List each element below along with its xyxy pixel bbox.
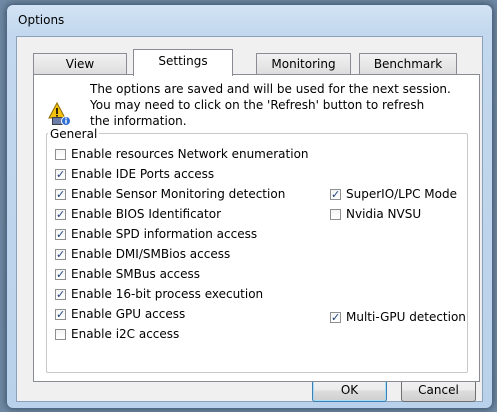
checkbox-label: Enable Sensor Monitoring detection bbox=[71, 187, 286, 201]
checkbox-box[interactable] bbox=[55, 328, 66, 340]
checkbox-box[interactable] bbox=[330, 208, 341, 220]
checkbox-box[interactable] bbox=[55, 167, 66, 183]
checkbox-label: Enable BIOS Identificator bbox=[71, 207, 222, 221]
checkbox-ide-ports[interactable]: Enable IDE Ports access bbox=[55, 166, 215, 183]
checkbox-box[interactable] bbox=[55, 207, 66, 223]
checkbox-nvidia-nvsu[interactable]: Nvidia NVSU bbox=[330, 206, 421, 222]
info-message: The options are saved and will be used f… bbox=[90, 81, 470, 129]
checkbox-box[interactable] bbox=[55, 227, 66, 243]
checkbox-i2c-access[interactable]: Enable i2C access bbox=[55, 326, 179, 342]
checkbox-box[interactable] bbox=[55, 307, 66, 323]
checkbox-superio-lpc[interactable]: SuperIO/LPC Mode bbox=[330, 186, 457, 203]
checkbox-network-enumeration[interactable]: Enable resources Network enumeration bbox=[55, 146, 309, 162]
checkbox-box[interactable] bbox=[330, 187, 341, 203]
checkbox-bios-identificator[interactable]: Enable BIOS Identificator bbox=[55, 206, 222, 223]
checkbox-multi-gpu[interactable]: Multi-GPU detection bbox=[330, 309, 466, 326]
checkbox-box[interactable] bbox=[55, 267, 66, 283]
tab-settings-label: Settings bbox=[158, 54, 208, 68]
window-title: Options bbox=[18, 13, 65, 27]
checkbox-16bit-process[interactable]: Enable 16-bit process execution bbox=[55, 286, 264, 303]
checkbox-label: Enable IDE Ports access bbox=[71, 167, 215, 181]
checkbox-label: Multi-GPU detection bbox=[346, 310, 466, 324]
info-settings-icon bbox=[48, 102, 71, 126]
checkbox-label: Enable DMI/SMBios access bbox=[71, 247, 231, 261]
checkbox-box[interactable] bbox=[55, 287, 66, 303]
tab-settings[interactable]: Settings bbox=[133, 49, 233, 76]
checkbox-box[interactable] bbox=[55, 247, 66, 263]
checkbox-dmi-smbios[interactable]: Enable DMI/SMBios access bbox=[55, 246, 231, 263]
checkbox-label: Enable 16-bit process execution bbox=[71, 287, 264, 301]
checkbox-label: Enable resources Network enumeration bbox=[71, 147, 309, 161]
tab-benchmark[interactable]: Benchmark bbox=[359, 53, 457, 75]
dialog-client-area: View Settings Monitoring Benchmark The o bbox=[16, 36, 483, 402]
checkbox-spd-information[interactable]: Enable SPD information access bbox=[55, 226, 258, 243]
info-line-1: The options are saved and will be used f… bbox=[90, 82, 451, 96]
checkbox-label: Nvidia NVSU bbox=[346, 207, 422, 221]
info-line-2: You may need to click on the 'Refresh' b… bbox=[90, 98, 425, 112]
checkbox-box[interactable] bbox=[55, 148, 66, 160]
tab-monitoring-label: Monitoring bbox=[271, 57, 336, 71]
settings-panel: The options are saved and will be used f… bbox=[33, 74, 480, 382]
tab-benchmark-label: Benchmark bbox=[373, 57, 443, 71]
ok-button[interactable]: OK bbox=[312, 379, 387, 402]
options-dialog: Options View Settings Monitoring Benchma… bbox=[6, 4, 493, 409]
checkbox-label: Enable SMBus access bbox=[71, 267, 200, 281]
checkbox-box[interactable] bbox=[55, 187, 66, 203]
checkbox-gpu-access[interactable]: Enable GPU access bbox=[55, 306, 186, 323]
tab-monitoring[interactable]: Monitoring bbox=[256, 53, 351, 75]
checkbox-box[interactable] bbox=[330, 310, 341, 326]
general-group-legend: General bbox=[48, 127, 100, 141]
checkbox-label: Enable i2C access bbox=[71, 327, 180, 341]
checkbox-sensor-monitoring[interactable]: Enable Sensor Monitoring detection bbox=[55, 186, 286, 203]
checkbox-label: SuperIO/LPC Mode bbox=[346, 187, 457, 201]
tab-view-label: View bbox=[65, 57, 95, 71]
tab-view[interactable]: View bbox=[33, 53, 127, 75]
checkbox-label: Enable SPD information access bbox=[71, 227, 258, 241]
checkbox-smbus[interactable]: Enable SMBus access bbox=[55, 266, 200, 283]
checkbox-label: Enable GPU access bbox=[71, 307, 186, 321]
cancel-button[interactable]: Cancel bbox=[401, 379, 476, 402]
info-line-3: the information. bbox=[90, 114, 187, 128]
